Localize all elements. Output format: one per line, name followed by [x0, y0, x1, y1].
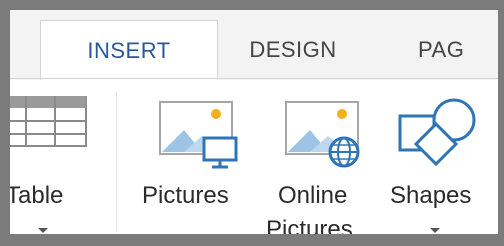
table-button[interactable]: Table: [10, 80, 110, 234]
table-icon: [10, 96, 87, 147]
pictures-button[interactable]: Pictures: [136, 80, 252, 234]
insert-ribbon: Table Pictures Online Pictures Shapes: [10, 80, 498, 234]
ribbon-window: INSERT DESIGN PAG Table Pictures Online …: [0, 0, 504, 246]
online-pictures-label-line1: Online: [278, 182, 348, 209]
ribbon-tab-strip: INSERT DESIGN PAG: [10, 10, 498, 80]
tab-design[interactable]: DESIGN: [218, 20, 368, 79]
pictures-icon: [159, 101, 238, 169]
online-pictures-icon: [285, 101, 360, 168]
online-pictures-button[interactable]: Online Pictures: [266, 80, 382, 234]
shapes-label: Shapes: [390, 182, 472, 209]
shapes-button[interactable]: Shapes: [388, 80, 498, 234]
shapes-dropdown-icon: [430, 228, 440, 233]
tab-insert-label: INSERT: [87, 37, 171, 63]
tab-strip-border: [10, 78, 498, 79]
table-dropdown-icon: [38, 228, 48, 233]
tab-insert[interactable]: INSERT: [40, 20, 218, 80]
online-pictures-label-line2: Pictures: [266, 216, 353, 243]
tab-page-label: PAG: [418, 36, 465, 62]
shapes-icon: [398, 98, 476, 167]
tab-design-label: DESIGN: [249, 36, 337, 62]
group-separator: [116, 92, 117, 232]
table-label: Table: [6, 182, 64, 209]
tab-page-layout[interactable]: PAG: [398, 20, 498, 79]
pictures-label: Pictures: [142, 182, 229, 209]
